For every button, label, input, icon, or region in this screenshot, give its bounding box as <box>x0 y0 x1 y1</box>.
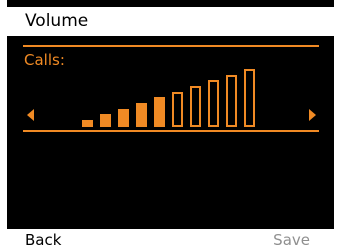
phone-screen: Volume Calls: Back Save <box>7 0 334 249</box>
softkey-bar: Back Save <box>7 229 334 249</box>
volume-bar <box>172 92 183 127</box>
volume-bar <box>226 75 237 127</box>
save-softkey[interactable]: Save <box>273 231 310 249</box>
title-bar: Volume <box>7 7 334 36</box>
volume-bar <box>136 103 147 127</box>
divider-top <box>23 45 319 47</box>
volume-bar <box>190 86 201 127</box>
page-title: Volume <box>25 11 89 31</box>
volume-bar <box>244 69 255 127</box>
triangle-left-icon[interactable] <box>27 109 34 121</box>
volume-bar <box>208 80 219 127</box>
volume-bar <box>82 120 93 127</box>
volume-level-indicator[interactable] <box>82 67 262 127</box>
volume-bar <box>118 109 129 127</box>
calls-label: Calls: <box>24 51 65 69</box>
divider-bottom <box>23 130 319 132</box>
triangle-right-icon[interactable] <box>309 109 316 121</box>
volume-bar <box>154 97 165 127</box>
back-softkey[interactable]: Back <box>25 231 61 249</box>
volume-bar <box>100 114 111 127</box>
